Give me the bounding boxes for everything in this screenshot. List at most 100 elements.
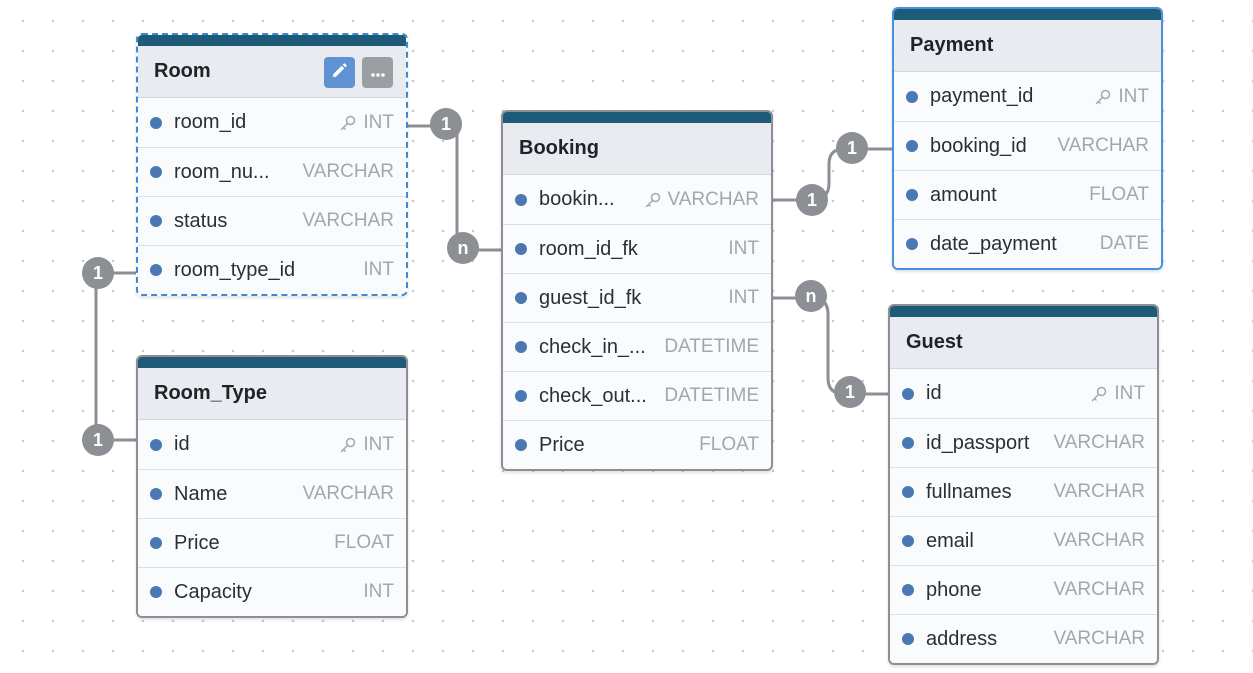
field-type-label: VARCHAR (302, 483, 395, 504)
table-header[interactable]: Room (138, 46, 406, 98)
field-dot (902, 584, 914, 596)
table-title: Room_Type (154, 382, 267, 404)
edge-booking-payment (770, 147, 894, 202)
field-type: INT (728, 238, 759, 260)
field-row[interactable]: email VARCHAR (890, 516, 1157, 565)
table-booking[interactable]: Booking bookin... VARCHAR room_id_fk INT gue… (501, 110, 773, 471)
edge-roomtype-room (94, 271, 137, 442)
field-row[interactable]: bookin... VARCHAR (503, 175, 771, 224)
field-name: date_payment (930, 232, 1057, 255)
field-name: room_type_id (174, 258, 296, 281)
field-type-label: VARCHAR (1053, 579, 1146, 600)
field-row[interactable]: id_passport VARCHAR (890, 418, 1157, 467)
cardinality-badge: 1 (430, 108, 462, 140)
field-row[interactable]: guest_id_fk INT (503, 273, 771, 322)
field-dot (906, 189, 918, 201)
cardinality-badge: 1 (82, 424, 114, 456)
table-title: Payment (910, 34, 994, 56)
field-row[interactable]: check_out... DATETIME (503, 371, 771, 420)
field-row[interactable]: fullnames VARCHAR (890, 467, 1157, 516)
field-row[interactable]: date_payment DATE (894, 219, 1161, 268)
field-type-label: INT (728, 287, 759, 308)
more-icon (370, 62, 386, 83)
field-row[interactable]: booking_id VARCHAR (894, 121, 1161, 170)
field-row[interactable]: address VARCHAR (890, 614, 1157, 663)
field-name: Name (174, 482, 228, 505)
table-payment[interactable]: Payment payment_id INT booking_id VARCHAR am… (892, 7, 1163, 270)
diagram-canvas[interactable]: Room room_id INT room_nu... VARCHAR status VA… (0, 0, 1253, 673)
field-type: INT (363, 581, 394, 603)
field-row[interactable]: Price FLOAT (138, 518, 406, 567)
table-header[interactable]: Guest (890, 317, 1157, 369)
field-dot (150, 586, 162, 598)
primary-key-icon (1090, 385, 1108, 403)
edge-booking-guest (770, 296, 890, 396)
field-name: room_id_fk (539, 237, 638, 260)
table-header[interactable]: Payment (894, 20, 1161, 72)
field-type: VARCHAR (1054, 432, 1146, 454)
field-name: Capacity (174, 580, 252, 603)
field-name: id_passport (926, 431, 1030, 454)
field-type: INT (1094, 86, 1149, 108)
field-row[interactable]: check_in_... DATETIME (503, 322, 771, 371)
field-row[interactable]: room_type_id INT (138, 245, 406, 294)
field-type-label: FLOAT (699, 434, 759, 455)
field-type: FLOAT (699, 434, 759, 456)
field-type: INT (339, 434, 394, 456)
field-row[interactable]: amount FLOAT (894, 170, 1161, 219)
table-header-bar (138, 357, 406, 368)
field-row[interactable]: room_id INT (138, 98, 406, 147)
field-row[interactable]: id INT (890, 369, 1157, 418)
field-dot (906, 238, 918, 250)
field-row[interactable]: room_nu... VARCHAR (138, 147, 406, 196)
field-name: check_in_... (539, 335, 646, 358)
field-name: phone (926, 578, 982, 601)
field-type-label: DATETIME (664, 336, 759, 357)
field-dot (902, 387, 914, 400)
field-type: FLOAT (1089, 184, 1149, 206)
field-name: room_nu... (174, 160, 270, 183)
more-options-button[interactable] (362, 57, 393, 88)
table-room-type[interactable]: Room_Type id INT Name VARCHAR Price FLOAT Capa… (136, 355, 408, 618)
cardinality-badge: n (447, 232, 479, 264)
field-type: DATETIME (664, 336, 759, 358)
field-row[interactable]: Capacity INT (138, 567, 406, 616)
field-dot (150, 215, 162, 227)
field-row[interactable]: status VARCHAR (138, 196, 406, 245)
field-dot (150, 537, 162, 549)
field-type-label: VARCHAR (1053, 628, 1146, 649)
field-row[interactable]: id INT (138, 420, 406, 469)
field-row[interactable]: Name VARCHAR (138, 469, 406, 518)
field-type-label: INT (363, 259, 394, 280)
field-dot (150, 488, 162, 500)
field-type-label: INT (363, 111, 394, 133)
field-row[interactable]: payment_id INT (894, 72, 1161, 121)
field-name: room_id (174, 111, 247, 133)
field-type: INT (339, 112, 394, 134)
table-header[interactable]: Room_Type (138, 368, 406, 420)
field-type-label: VARCHAR (302, 210, 395, 231)
field-type: VARCHAR (303, 161, 395, 183)
field-type: VARCHAR (303, 483, 395, 505)
field-type: INT (728, 287, 759, 309)
field-row[interactable]: room_id_fk INT (503, 224, 771, 273)
field-type-label: DATETIME (664, 385, 759, 406)
table-header[interactable]: Booking (503, 123, 771, 175)
field-name: status (174, 209, 228, 232)
field-type-label: VARCHAR (1053, 432, 1146, 453)
field-row[interactable]: Price FLOAT (503, 420, 771, 469)
field-name: id (926, 382, 942, 404)
field-type-label: INT (1118, 85, 1149, 107)
table-room[interactable]: Room room_id INT room_nu... VARCHAR status VA… (136, 33, 408, 296)
field-name: amount (930, 183, 997, 206)
field-row[interactable]: phone VARCHAR (890, 565, 1157, 614)
table-guest[interactable]: Guest id INT id_passport VARCHAR fullnames VA… (888, 304, 1159, 665)
field-type: INT (363, 259, 394, 281)
edit-table-button[interactable] (324, 57, 355, 88)
primary-key-icon (1094, 88, 1112, 106)
table-header-bar (138, 35, 406, 46)
field-name: address (926, 627, 998, 650)
field-type-label: INT (363, 433, 394, 455)
field-type: FLOAT (334, 532, 394, 554)
field-type-label: VARCHAR (1053, 530, 1146, 551)
